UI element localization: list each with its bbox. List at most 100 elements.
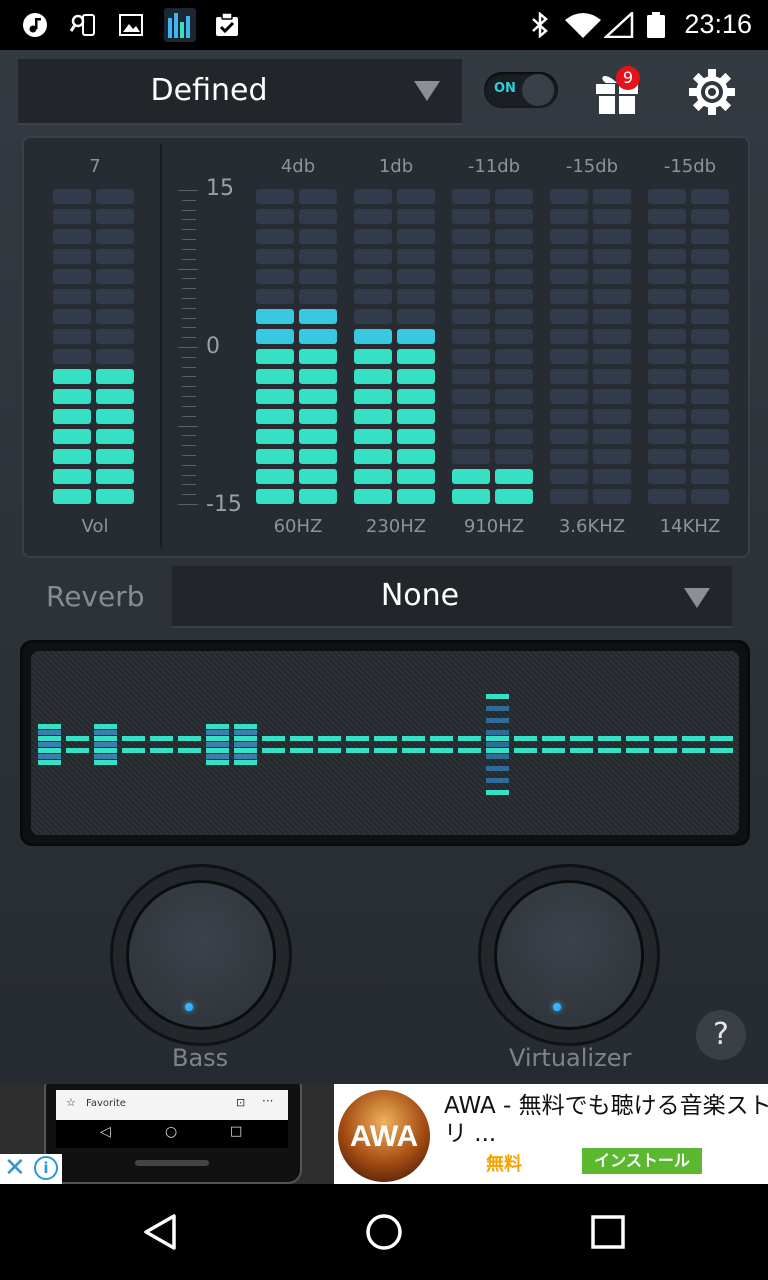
eq-segment — [299, 209, 337, 224]
band-slider-5[interactable]: -15db 14KHZ — [648, 156, 732, 540]
bass-knob[interactable] — [110, 864, 292, 1046]
volume-slider-value: 7 — [89, 156, 101, 177]
ad-install-button[interactable]: インストール — [582, 1148, 702, 1174]
eq-segment — [397, 209, 435, 224]
eq-segment — [648, 429, 686, 444]
eq-segment — [593, 349, 631, 364]
eq-segment — [593, 329, 631, 344]
volume-slider[interactable]: 7 Vol — [53, 156, 137, 540]
band-slider-1-value: 4db — [280, 156, 316, 177]
band-slider-3[interactable]: -11db 910HZ — [452, 156, 536, 540]
status-time: 23:16 — [684, 9, 752, 39]
visualizer-bar — [206, 754, 229, 759]
visualizer-bar — [234, 754, 257, 759]
eq-segment — [397, 249, 435, 264]
eq-segment — [96, 209, 134, 224]
eq-segment — [691, 389, 729, 404]
scale-tick — [182, 199, 196, 201]
eq-segment — [593, 469, 631, 484]
visualizer-bar — [542, 748, 565, 753]
eq-segment — [354, 489, 392, 504]
toggle-knob — [522, 74, 554, 106]
panel-divider — [160, 144, 162, 548]
ad-close-icon[interactable]: ✕ — [4, 1154, 26, 1182]
scale-max: 15 — [206, 176, 234, 201]
eq-segment — [96, 309, 134, 324]
eq-segment — [96, 409, 134, 424]
virtualizer-knob[interactable] — [478, 864, 660, 1046]
visualizer-bar — [486, 790, 509, 795]
scale-tick — [182, 219, 196, 221]
eq-segment — [452, 269, 490, 284]
ad-preview-text: Favorite — [86, 1098, 126, 1109]
visualizer-bar — [486, 730, 509, 735]
eq-segment — [96, 249, 134, 264]
eq-segment — [53, 309, 91, 324]
ad-title: AWA - 無料でも聴ける音楽スト リ ... — [444, 1092, 768, 1148]
band-slider-2-value: 1db — [378, 156, 414, 177]
ad-preview-star-icon: ☆ — [66, 1096, 76, 1109]
back-icon[interactable] — [140, 1212, 180, 1252]
power-toggle[interactable]: ON — [484, 72, 558, 108]
eq-segment — [495, 209, 533, 224]
eq-segment — [495, 269, 533, 284]
band-slider-1[interactable]: 4db 60HZ — [256, 156, 340, 540]
scale-tick — [182, 209, 196, 211]
ad-info-icon[interactable]: i — [34, 1156, 58, 1180]
eq-segment — [53, 469, 91, 484]
eq-segment — [53, 189, 91, 204]
visualizer-bar — [206, 724, 229, 729]
eq-segment — [397, 469, 435, 484]
visualizer-bar — [486, 754, 509, 759]
visualizer-bar — [38, 742, 61, 747]
recents-icon[interactable] — [590, 1214, 626, 1250]
reverb-label: Reverb — [46, 580, 145, 613]
eq-segment — [495, 469, 533, 484]
eq-segment — [397, 489, 435, 504]
visualizer-bar — [94, 742, 117, 747]
visualizer-bar — [290, 736, 313, 741]
eq-segment — [648, 389, 686, 404]
eq-segment — [691, 269, 729, 284]
eq-segment — [354, 449, 392, 464]
music-note-icon — [23, 13, 47, 37]
visualizer-bar — [122, 748, 145, 753]
chevron-down-icon — [684, 588, 710, 608]
eq-segment — [452, 229, 490, 244]
eq-segment — [397, 369, 435, 384]
eq-segment — [550, 389, 588, 404]
home-icon[interactable] — [364, 1212, 404, 1252]
eq-segment — [593, 209, 631, 224]
visualizer-bar — [626, 748, 649, 753]
help-button[interactable]: ? — [696, 1010, 746, 1060]
gear-icon[interactable] — [688, 68, 736, 116]
eq-segment — [299, 469, 337, 484]
scale-tick — [182, 248, 196, 250]
eq-segment — [648, 329, 686, 344]
visualizer-bar — [682, 736, 705, 741]
eq-segment — [452, 369, 490, 384]
scale-tick — [182, 445, 196, 447]
eq-segment — [648, 449, 686, 464]
eq-segment — [53, 389, 91, 404]
reverb-dropdown[interactable]: None — [172, 566, 732, 628]
preset-label: Defined — [150, 73, 268, 108]
preset-dropdown[interactable]: Defined — [18, 59, 462, 125]
scale-tick — [182, 474, 196, 476]
eq-segment — [53, 249, 91, 264]
eq-segment — [550, 329, 588, 344]
band-slider-2[interactable]: 1db 230HZ — [354, 156, 438, 540]
awa-logo-text: AWA — [349, 1120, 419, 1153]
band-slider-4[interactable]: -15db 3.6KHZ — [550, 156, 634, 540]
visualizer-bar — [346, 736, 369, 741]
scale-tick — [182, 454, 196, 456]
visualizer-bar — [570, 748, 593, 753]
eq-segment — [299, 409, 337, 424]
visualizer-bar — [206, 730, 229, 735]
eq-segment — [495, 449, 533, 464]
ad-banner[interactable]: ☆ Favorite ⊡ ··· ◁ ○ □ ✕ i AWA AWA - 無料で… — [0, 1084, 768, 1184]
visualizer-bar — [66, 748, 89, 753]
eq-segment — [593, 429, 631, 444]
scale-tick — [182, 415, 196, 417]
eq-segment — [550, 309, 588, 324]
